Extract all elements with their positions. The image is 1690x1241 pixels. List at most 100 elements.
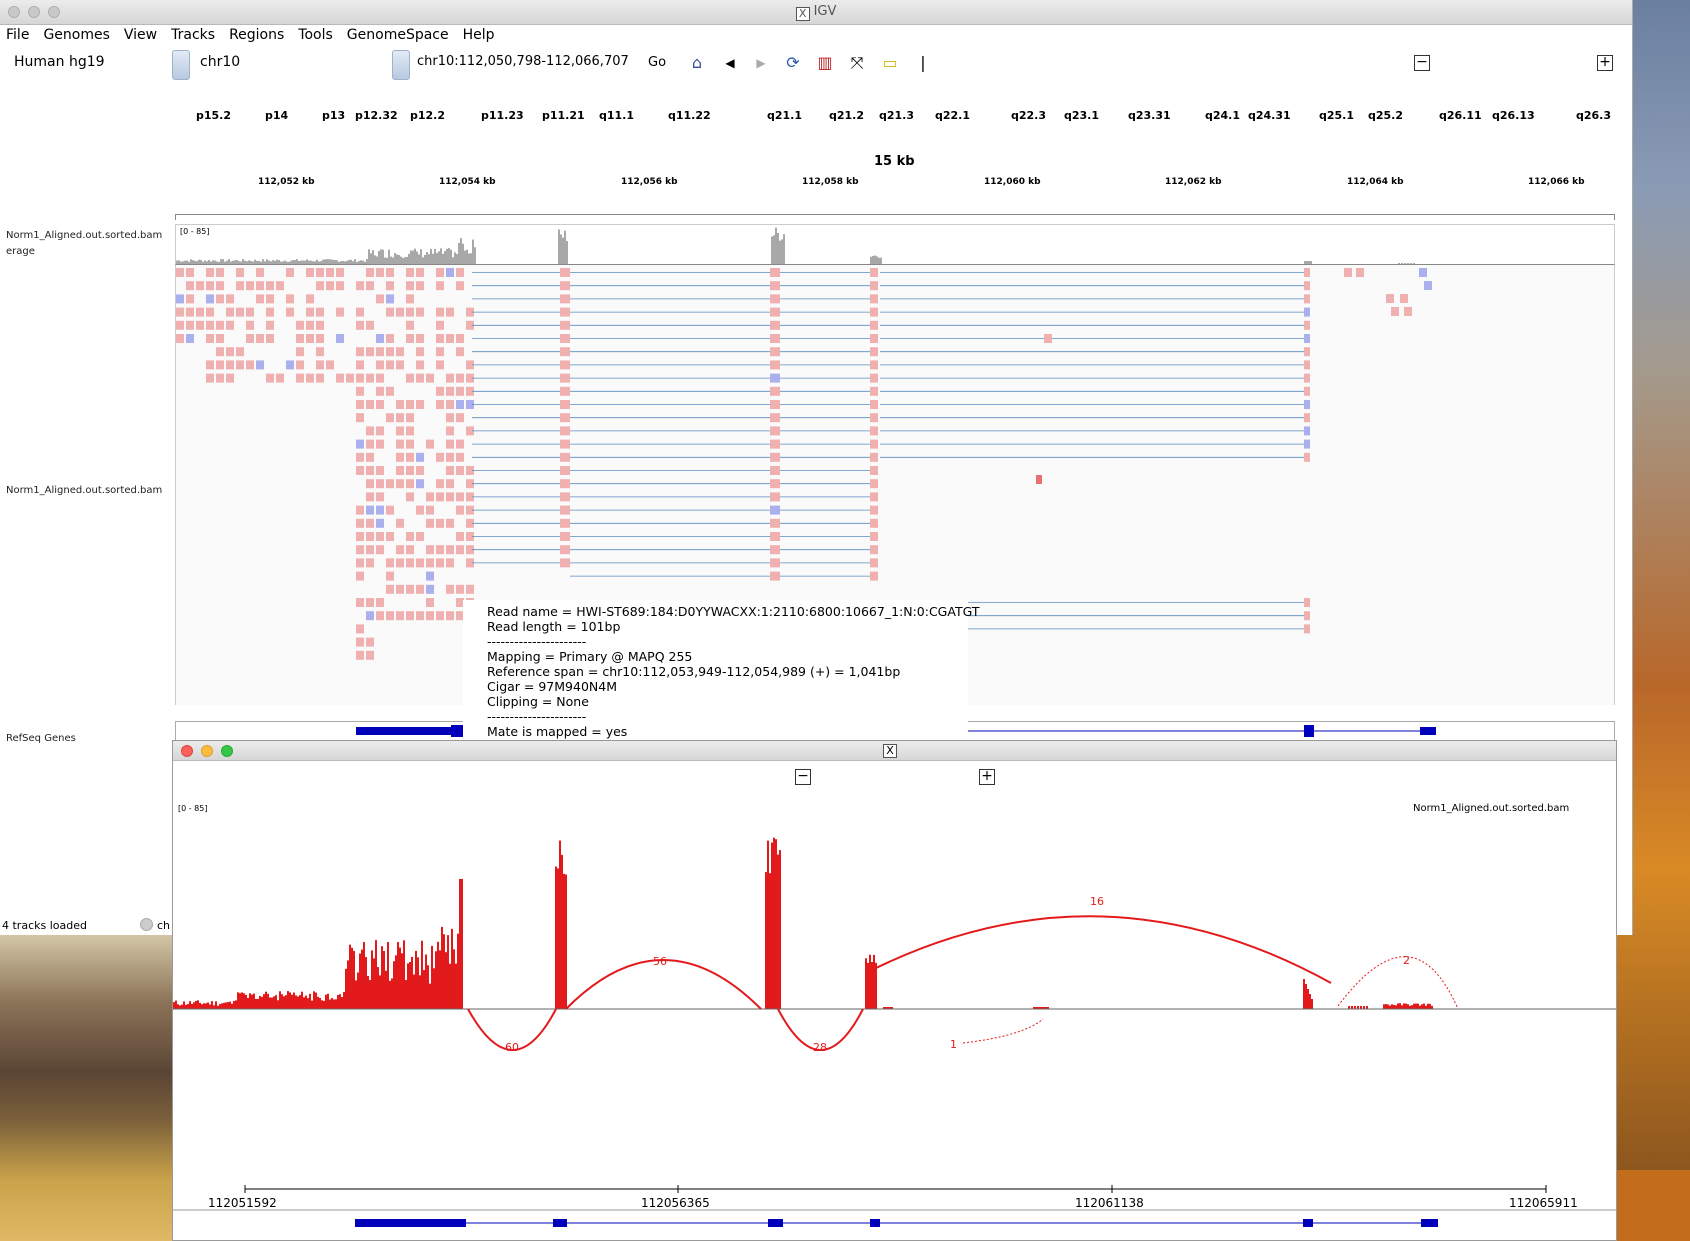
junction-arc[interactable]: [1337, 956, 1459, 1010]
coverage-track[interactable]: [0 - 85]: [175, 224, 1615, 265]
alignment-track-name[interactable]: Norm1_Aligned.out.sorted.bam: [6, 485, 162, 496]
home-icon[interactable]: ⌂: [686, 52, 708, 74]
zoom-out-button[interactable]: −: [1414, 55, 1430, 71]
ruler-tick: 112,066 kb: [1528, 177, 1585, 187]
axis-tick-label: 112061138: [1075, 1196, 1144, 1210]
menu-regions[interactable]: Regions: [229, 27, 284, 43]
chromosome-selector[interactable]: chr10: [200, 54, 240, 70]
resize-to-window-icon[interactable]: ⤧: [846, 52, 868, 74]
close-window-button[interactable]: [181, 745, 193, 757]
popup-line: ----------------------: [487, 709, 587, 724]
menu-file[interactable]: File: [6, 27, 29, 43]
window-title-wrap: X IGV: [0, 4, 1632, 21]
ruler-tick: 112,052 kb: [258, 177, 315, 187]
popup-line: Cigar = 97M940N4M: [487, 679, 617, 694]
junction-label: 1: [950, 1038, 957, 1051]
axis-tick-label: 112065911: [1509, 1196, 1578, 1210]
toolbar: Human hg19 chr10 chr10:112,050,798-112,0…: [0, 45, 1633, 85]
band-label: q11.1: [599, 109, 635, 122]
refseq-track-name[interactable]: RefSeq Genes: [6, 733, 76, 744]
refresh-icon[interactable]: ⟳: [782, 52, 804, 74]
menu-bar: File Genomes View Tracks Regions Tools G…: [0, 25, 1632, 45]
popup-line: Read name = HWI-ST689:184:D0YYWACXX:1:21…: [487, 604, 980, 619]
band-label: q21.3: [879, 109, 915, 122]
popup-line: Reference span = chr10:112,053,949-112,0…: [487, 664, 901, 679]
junction-arc[interactable]: [962, 1018, 1044, 1044]
popup-line: Read length = 101bp: [487, 619, 621, 634]
go-button[interactable]: Go: [648, 55, 666, 70]
x11-icon: X: [795, 7, 810, 21]
chromosome-dropdown-button[interactable]: [392, 50, 410, 80]
band-label: p14: [265, 109, 289, 122]
band-label: q22.3: [1011, 109, 1047, 122]
band-label: p12.2: [410, 109, 446, 122]
status-bar: 4 tracks loaded ch: [0, 915, 170, 935]
forward-arrow-icon[interactable]: ▶: [750, 52, 772, 74]
band-label: p15.2: [196, 109, 232, 122]
chromosome-ideogram[interactable]: p15.2 p14 p13 p12.32 p12.2 p11.23 p11.21…: [175, 105, 1615, 125]
sashimi-range-label: [0 - 85]: [178, 804, 207, 813]
coverage-track-name[interactable]: Norm1_Aligned.out.sorted.bam: [6, 230, 162, 241]
genome-selector[interactable]: Human hg19: [14, 54, 105, 70]
band-label: q25.1: [1319, 109, 1355, 122]
axis-tick-label: 112051592: [208, 1196, 277, 1210]
menu-genomespace[interactable]: GenomeSpace: [347, 27, 449, 43]
junction-label: 60: [505, 1041, 519, 1054]
junction-label: 16: [1090, 895, 1104, 908]
menu-tools[interactable]: Tools: [298, 27, 333, 43]
menu-help[interactable]: Help: [463, 27, 495, 43]
band-label: q25.2: [1368, 109, 1404, 122]
junction-label: 28: [813, 1041, 827, 1054]
ruler-tick: 112,054 kb: [439, 177, 496, 187]
wallpaper-mountain: [0, 935, 175, 1241]
ruler-tick: 112,062 kb: [1165, 177, 1222, 187]
popup-line: ----------------------: [487, 634, 587, 649]
sashimi-plot[interactable]: [0 - 85] Norm1_Aligned.out.sorted.bam 56…: [173, 761, 1616, 1241]
sashimi-title-bar[interactable]: X: [173, 741, 1616, 761]
ruler-tick: 112,064 kb: [1347, 177, 1404, 187]
band-label: q11.22: [668, 109, 711, 122]
locus-input[interactable]: chr10:112,050,798-112,066,707: [417, 54, 629, 69]
ruler-tick: 112,056 kb: [621, 177, 678, 187]
back-arrow-icon[interactable]: ◀: [719, 52, 741, 74]
band-label: p13: [322, 109, 346, 122]
sashimi-plot-window: X − + [0 - 85] Norm1_Aligned.out.sorted.…: [172, 740, 1617, 1241]
window-title: IGV: [813, 4, 837, 19]
region-of-interest-icon[interactable]: ▥: [814, 52, 836, 74]
status-chromosome: ch: [157, 919, 171, 932]
zoom-window-button[interactable]: [221, 745, 233, 757]
popup-line: Mate is mapped = yes: [487, 724, 628, 739]
status-text: 4 tracks loaded: [2, 919, 87, 932]
memory-indicator-icon: [140, 918, 153, 931]
menu-genomes[interactable]: Genomes: [43, 27, 109, 43]
band-label: q22.1: [935, 109, 971, 122]
toolbar-separator: |: [920, 53, 926, 72]
band-label: p12.32: [355, 109, 398, 122]
band-label: q23.1: [1064, 109, 1100, 122]
title-bar[interactable]: X IGV: [0, 0, 1632, 25]
band-label: q24.1: [1205, 109, 1241, 122]
menu-view[interactable]: View: [124, 27, 157, 43]
sashimi-gene-model[interactable]: [355, 1219, 1438, 1227]
band-label: p11.21: [542, 109, 585, 122]
junction-label: 56: [653, 955, 667, 968]
genome-dropdown-button[interactable]: [172, 50, 190, 80]
junction-label: 2: [1403, 954, 1410, 967]
popup-info-icon[interactable]: ▭: [879, 52, 901, 74]
x11-icon: X: [883, 744, 897, 758]
band-label: q26.11: [1439, 109, 1482, 122]
sashimi-window-controls: [181, 745, 233, 757]
band-label: q26.3: [1576, 109, 1612, 122]
minimize-window-button[interactable]: [201, 745, 213, 757]
band-label: q21.1: [767, 109, 803, 122]
axis-tick-label: 112056365: [641, 1196, 710, 1210]
zoom-in-button[interactable]: +: [1597, 55, 1613, 71]
band-label: q24.31: [1248, 109, 1291, 122]
band-label: q21.2: [829, 109, 865, 122]
ruler-span-label: 15 kb: [874, 154, 915, 169]
ruler-tick: 112,058 kb: [802, 177, 859, 187]
coverage-range-label: [0 - 85]: [180, 227, 210, 236]
junction-arc[interactable]: [873, 915, 1332, 984]
menu-tracks[interactable]: Tracks: [171, 27, 215, 43]
popup-line: Mapping = Primary @ MAPQ 255: [487, 649, 693, 664]
